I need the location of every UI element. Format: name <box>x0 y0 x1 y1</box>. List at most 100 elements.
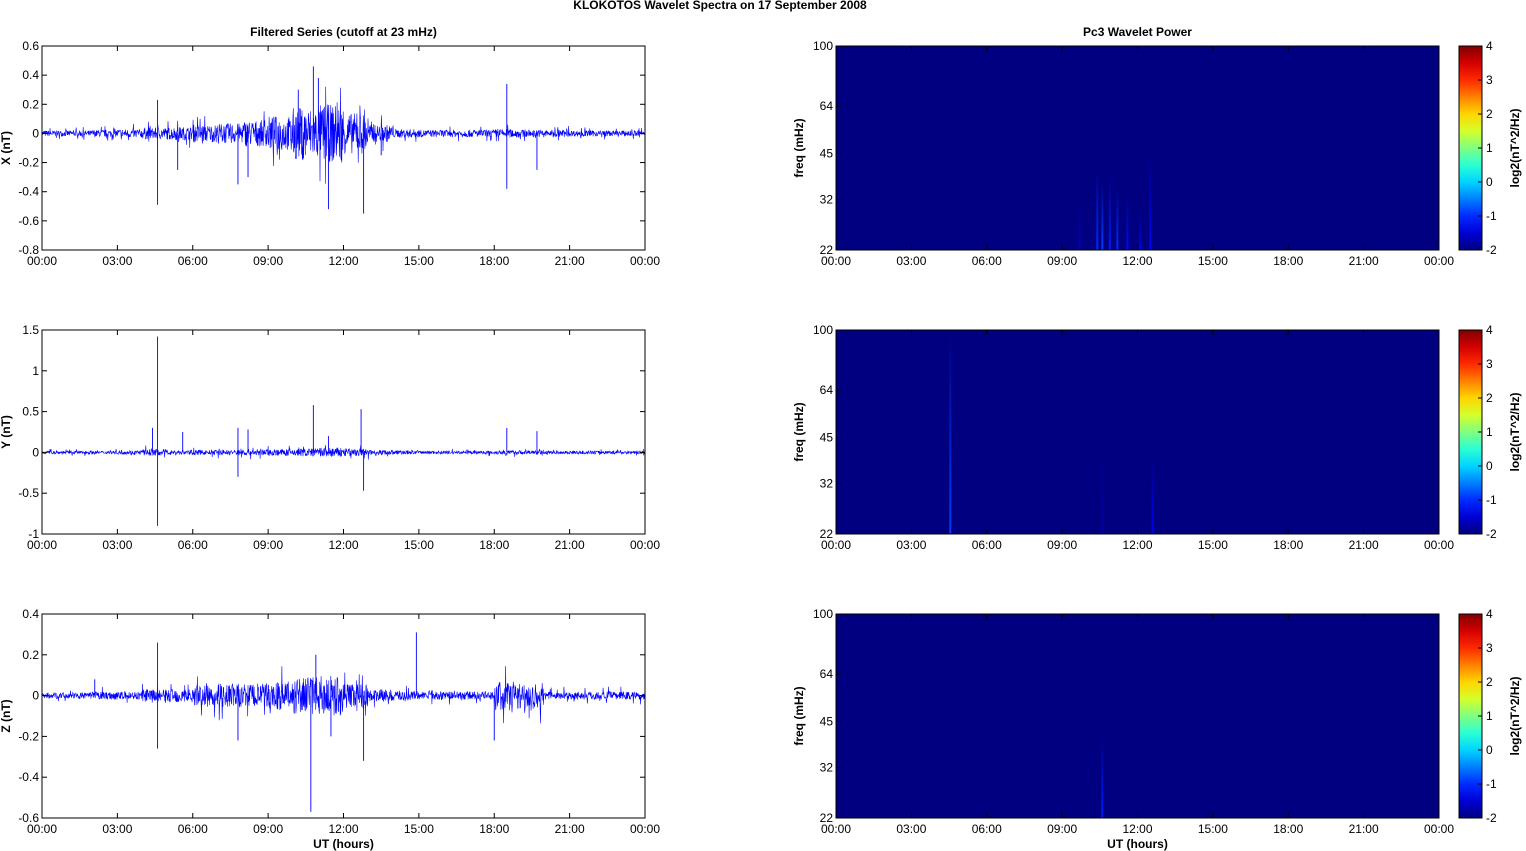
ytick-label: 0.2 <box>22 97 39 111</box>
y-axis-label: X (nT) <box>0 131 13 165</box>
axes-frame <box>41 613 646 819</box>
spec-xtick-label: 12:00 <box>1122 822 1152 836</box>
ts-xtick-label: 00:00 <box>630 822 660 836</box>
ts-xtick-label: 00:00 <box>630 538 660 552</box>
ts-xtick-label: 06:00 <box>178 254 208 268</box>
spec-xtick-label: 03:00 <box>896 254 926 268</box>
spec-xtick-label: 18:00 <box>1273 538 1303 552</box>
ts-xtick-label: 15:00 <box>404 538 434 552</box>
spec-xtick-label: 00:00 <box>1424 538 1454 552</box>
colorbar-tick-label: -2 <box>1486 527 1497 541</box>
spec-xtick-label: 21:00 <box>1349 254 1379 268</box>
ytick-label: 0.4 <box>22 607 39 621</box>
ts-xtick-label: 06:00 <box>178 538 208 552</box>
y-axis-label: Z (nT) <box>0 699 13 732</box>
y-axis-label: freq (mHz) <box>792 118 806 177</box>
colorbar-tick-label: 0 <box>1486 175 1493 189</box>
colorbar-tick-label: 4 <box>1486 607 1493 621</box>
spec-xtick-label: 21:00 <box>1349 538 1379 552</box>
ts-xtick-label: 12:00 <box>328 538 358 552</box>
power-background <box>836 330 1439 534</box>
ts-xtick-label: 12:00 <box>328 254 358 268</box>
ytick-label: 32 <box>820 761 834 775</box>
ytick-label: 64 <box>820 383 834 397</box>
signal-trace <box>41 86 646 184</box>
ts-xtick-label: 18:00 <box>479 254 509 268</box>
spectrogram-z: 2232456410000:00 03:00 06:00 09:00 12:00 15:0… <box>792 607 1522 851</box>
spec-xtick-label: 00:00 <box>1424 822 1454 836</box>
ytick-label: 0.6 <box>22 39 39 53</box>
colorbar-tick-label: 2 <box>1486 675 1493 689</box>
ts-xtick-label: 21:00 <box>555 538 585 552</box>
spec-xtick-label: 09:00 <box>1047 822 1077 836</box>
timeseries-z: -0.6-0.4-0.200.20.400:00 03:00 06:00 09:00 1… <box>0 607 660 851</box>
y-axis-label: freq (mHz) <box>792 686 806 745</box>
ts-xtick-label: 03:00 <box>102 254 132 268</box>
ytick-label: -0.5 <box>18 486 39 500</box>
colorbar-label: log2(nT^2/Hz) <box>1508 392 1522 471</box>
spec-xtick-label: 12:00 <box>1122 538 1152 552</box>
ts-xtick-label: 00:00 <box>27 538 57 552</box>
ytick-label: 0 <box>32 445 39 459</box>
spec-xtick-label: 09:00 <box>1047 538 1077 552</box>
ytick-label: 100 <box>813 39 833 53</box>
ytick-label: 45 <box>820 715 834 729</box>
spec-xtick-label: 00:00 <box>821 822 851 836</box>
ts-xtick-label: 21:00 <box>555 822 585 836</box>
ytick-label: 64 <box>820 667 834 681</box>
ts-xtick-label: 00:00 <box>630 254 660 268</box>
ts-xtick-label: 12:00 <box>328 822 358 836</box>
ts-xtick-label: 06:00 <box>178 822 208 836</box>
ytick-label: 45 <box>820 147 834 161</box>
ytick-label: 0 <box>32 126 39 140</box>
ytick-label: 32 <box>820 193 834 207</box>
ts-xtick-label: 03:00 <box>102 538 132 552</box>
ts-xtick-label: 21:00 <box>555 254 585 268</box>
spec-xtick-label: 18:00 <box>1273 254 1303 268</box>
right-column-title: Pc3 Wavelet Power <box>1083 25 1192 39</box>
ytick-label: 0.5 <box>22 405 39 419</box>
spectrogram-y: 2232456410000:00 03:00 06:00 09:00 12:00 15:0… <box>792 323 1522 552</box>
spec-xtick-label: 15:00 <box>1198 538 1228 552</box>
ts-xtick-label: 00:00 <box>27 822 57 836</box>
spec-xtick-label: 15:00 <box>1198 254 1228 268</box>
colorbar-tick-label: 4 <box>1486 39 1493 53</box>
y-axis-label: Y (nT) <box>0 415 13 449</box>
power-burst <box>1126 195 1129 250</box>
power-burst <box>949 330 952 534</box>
colorbar-tick-label: -1 <box>1486 493 1497 507</box>
power-burst <box>1101 437 1104 534</box>
spec-xtick-label: 00:00 <box>821 538 851 552</box>
spec-xtick-label: 06:00 <box>972 822 1002 836</box>
colorbar-tick-label: -2 <box>1486 811 1497 825</box>
x-axis-label: UT (hours) <box>313 837 374 851</box>
power-burst <box>1096 169 1099 250</box>
colorbar-label: log2(nT^2/Hz) <box>1508 676 1522 755</box>
ts-xtick-label: 03:00 <box>102 822 132 836</box>
ytick-label: -0.4 <box>18 185 39 199</box>
spec-xtick-label: 00:00 <box>821 254 851 268</box>
colorbar-tick-label: 3 <box>1486 357 1493 371</box>
spec-xtick-label: 21:00 <box>1349 822 1379 836</box>
colorbar-tick-label: 2 <box>1486 391 1493 405</box>
x-axis-label: UT (hours) <box>1107 837 1168 851</box>
colorbar-tick-label: -1 <box>1486 777 1497 791</box>
y-axis-label: freq (mHz) <box>792 402 806 461</box>
colorbar-tick-label: 1 <box>1486 425 1493 439</box>
spec-xtick-label: 03:00 <box>896 538 926 552</box>
colorbar-tick-label: 3 <box>1486 73 1493 87</box>
colorbar-tick-label: 4 <box>1486 323 1493 337</box>
ytick-label: -0.2 <box>18 729 39 743</box>
spec-xtick-label: 06:00 <box>972 538 1002 552</box>
power-background <box>836 46 1439 250</box>
figure: KLOKOTOS Wavelet Spectra on 17 September… <box>0 0 1522 851</box>
colorbar-tick-label: -1 <box>1486 209 1497 223</box>
ts-xtick-label: 15:00 <box>404 822 434 836</box>
ytick-label: 0 <box>32 689 39 703</box>
spec-xtick-label: 09:00 <box>1047 254 1077 268</box>
ytick-label: -0.6 <box>18 214 39 228</box>
colorbar-label: log2(nT^2/Hz) <box>1508 108 1522 187</box>
signal-trace <box>41 666 646 724</box>
ytick-label: 32 <box>820 477 834 491</box>
spectrogram-x: Pc3 Wavelet Power2232456410000:00 03:00 06… <box>792 25 1522 268</box>
